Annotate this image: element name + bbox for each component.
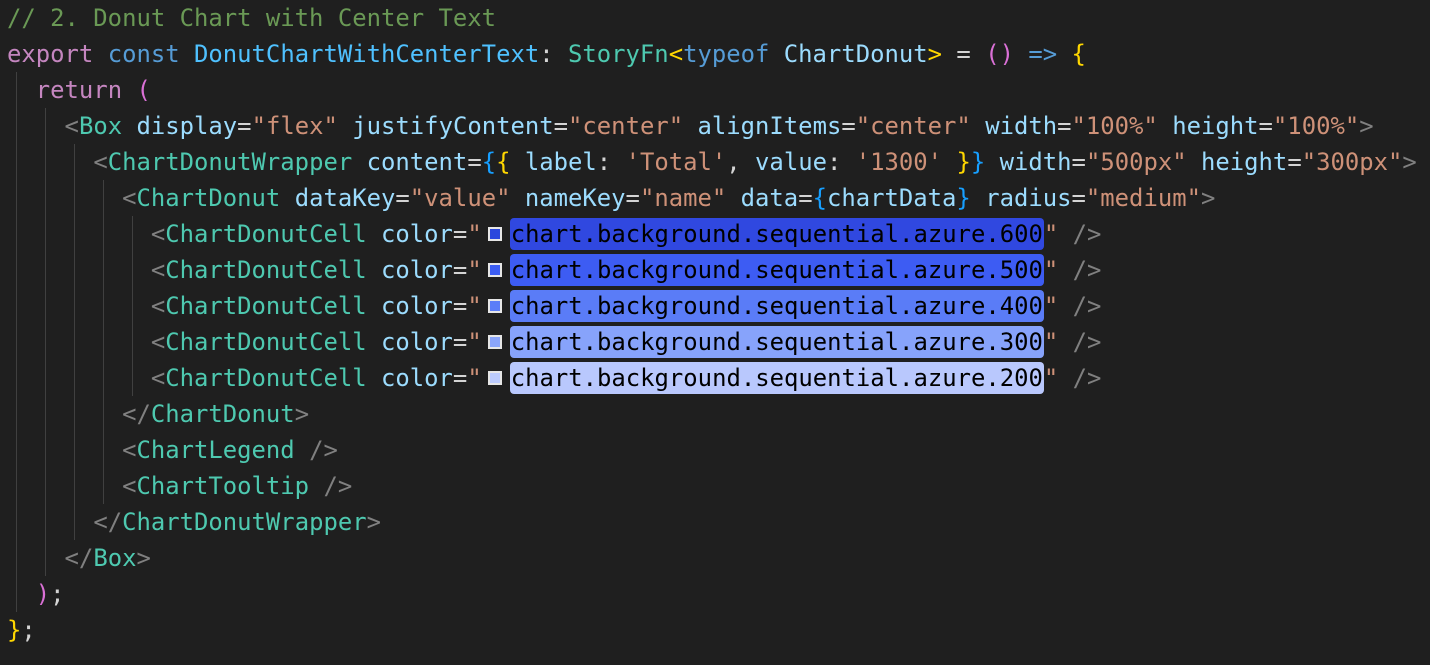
params: () (985, 40, 1014, 68)
semicolon: ; (50, 580, 65, 608)
attr-height: height (1201, 148, 1288, 176)
attr-data-key: dataKey (294, 184, 396, 212)
keyword-typeof: typeof (683, 40, 770, 68)
code-line-legend[interactable]: <ChartLegend /> (7, 432, 338, 468)
tag-box: Box (78, 112, 123, 140)
attr-display: display (136, 112, 238, 140)
value-height: "100%" (1272, 112, 1360, 140)
code-line-paren-close[interactable]: ); (7, 576, 65, 612)
code-line-comment[interactable]: // 2. Donut Chart with Center Text (7, 0, 496, 36)
colon: : (539, 40, 554, 68)
code-editor[interactable]: // 2. Donut Chart with Center Text expor… (7, 0, 1430, 665)
value-data-key: "value" (409, 184, 511, 212)
tag-chart-tooltip: ChartTooltip (136, 472, 310, 500)
code-line-donut-cell[interactable]: <ChartDonutCell color=" chart.background.… (7, 324, 1101, 360)
tag-chart-donut-wrapper: ChartDonutWrapper (107, 148, 353, 176)
value-width: "100%" (1071, 112, 1158, 140)
attr-data: data (740, 184, 799, 212)
paren-close: ) (35, 580, 51, 608)
color-swatch-icon[interactable] (487, 226, 502, 241)
keyword-const: const (107, 40, 180, 68)
angle-close: > (927, 40, 943, 68)
attr-justify-content: justifyContent (352, 112, 554, 140)
code-line-donut-cell[interactable]: <ChartDonutCell color=" chart.background.… (7, 252, 1101, 288)
color-swatch-icon[interactable] (487, 370, 502, 385)
tag-chart-donut-cell: ChartDonutCell (165, 328, 367, 356)
story-name: DonutChartWithCenterText (194, 40, 540, 68)
code-line-wrapper-open[interactable]: <ChartDonutWrapper content={{ label: 'To… (7, 144, 1416, 180)
key-value: value (755, 148, 827, 176)
attr-color: color (381, 256, 453, 284)
tag-box-close: Box (93, 544, 137, 572)
code-line-wrapper-close[interactable]: </ChartDonutWrapper> (7, 504, 381, 540)
code-line-donut-open[interactable]: <ChartDonut dataKey="value" nameKey="nam… (7, 180, 1215, 216)
tag-chart-donut-cell: ChartDonutCell (165, 364, 367, 392)
attr-content: content (366, 148, 468, 176)
paren-open: ( (136, 76, 151, 104)
code-line-donut-cell[interactable]: <ChartDonutCell color=" chart.background.… (7, 288, 1101, 324)
type-name: StoryFn (568, 40, 669, 68)
color-swatch-icon[interactable] (487, 334, 502, 349)
code-line-box-close[interactable]: </Box> (7, 540, 151, 576)
semicolon: ; (21, 616, 36, 644)
value-name-key: "name" (639, 184, 727, 212)
value-label: 'Total' (625, 148, 727, 176)
value-width: "500px" (1085, 148, 1187, 176)
value-data: chartData (826, 184, 957, 212)
attr-width: width (985, 112, 1058, 140)
comment-text: // 2. Donut Chart with Center Text (7, 4, 497, 32)
tag-chart-donut-cell: ChartDonutCell (165, 292, 367, 320)
tag-chart-donut-cell: ChartDonutCell (165, 220, 367, 248)
code-line-donut-close[interactable]: </ChartDonut> (7, 396, 309, 432)
color-swatch-icon[interactable] (487, 298, 502, 313)
tag-chart-donut-cell: ChartDonutCell (165, 256, 367, 284)
keyword-export: export (7, 40, 94, 68)
color-value-highlight: chart.background.sequential.azure.300 (509, 326, 1044, 358)
attr-color: color (381, 292, 453, 320)
tag-chart-donut-close: ChartDonut (150, 400, 295, 428)
brace-open: { (1071, 40, 1086, 68)
keyword-return: return (35, 76, 123, 104)
code-line-brace-close[interactable]: }; (7, 612, 36, 648)
value-align-items: "center" (855, 112, 971, 140)
code-line-export[interactable]: export const DonutChartWithCenterText: S… (7, 36, 1086, 72)
code-line-return[interactable]: return ( (7, 72, 151, 108)
color-value-highlight: chart.background.sequential.azure.400 (509, 290, 1044, 322)
brace-close: } (7, 616, 22, 644)
attr-name-key: nameKey (524, 184, 626, 212)
attr-radius: radius (985, 184, 1072, 212)
color-swatch-icon[interactable] (487, 262, 502, 277)
key-label: label (524, 148, 597, 176)
tag-chart-donut: ChartDonut (136, 184, 281, 212)
type-arg: ChartDonut (783, 40, 928, 68)
code-line-donut-cell[interactable]: <ChartDonutCell color=" chart.background.… (7, 216, 1101, 252)
attr-color: color (381, 328, 453, 356)
attr-color: color (381, 220, 453, 248)
angle-open: < (668, 40, 684, 68)
value-display: "flex" (251, 112, 338, 140)
tag-chart-donut-wrapper-close: ChartDonutWrapper (122, 508, 367, 536)
attr-height: height (1172, 112, 1259, 140)
color-value-highlight: chart.background.sequential.azure.200 (509, 362, 1044, 394)
attr-width: width (999, 148, 1072, 176)
tag-chart-legend: ChartLegend (136, 436, 295, 464)
arrow: => (1028, 40, 1058, 68)
value-justify-content: "center" (568, 112, 684, 140)
code-line-box-open[interactable]: <Box display="flex" justifyContent="cent… (7, 108, 1374, 144)
value-value: '1300' (855, 148, 943, 176)
attr-align-items: alignItems (697, 112, 842, 140)
equals: = (956, 40, 971, 68)
attr-color: color (381, 364, 453, 392)
value-height: "300px" (1301, 148, 1403, 176)
color-value-highlight: chart.background.sequential.azure.600 (509, 218, 1044, 250)
code-line-tooltip[interactable]: <ChartTooltip /> (7, 468, 352, 504)
value-radius: "medium" (1085, 184, 1201, 212)
color-value-highlight: chart.background.sequential.azure.500 (509, 254, 1044, 286)
code-line-donut-cell[interactable]: <ChartDonutCell color=" chart.background.… (7, 360, 1101, 396)
